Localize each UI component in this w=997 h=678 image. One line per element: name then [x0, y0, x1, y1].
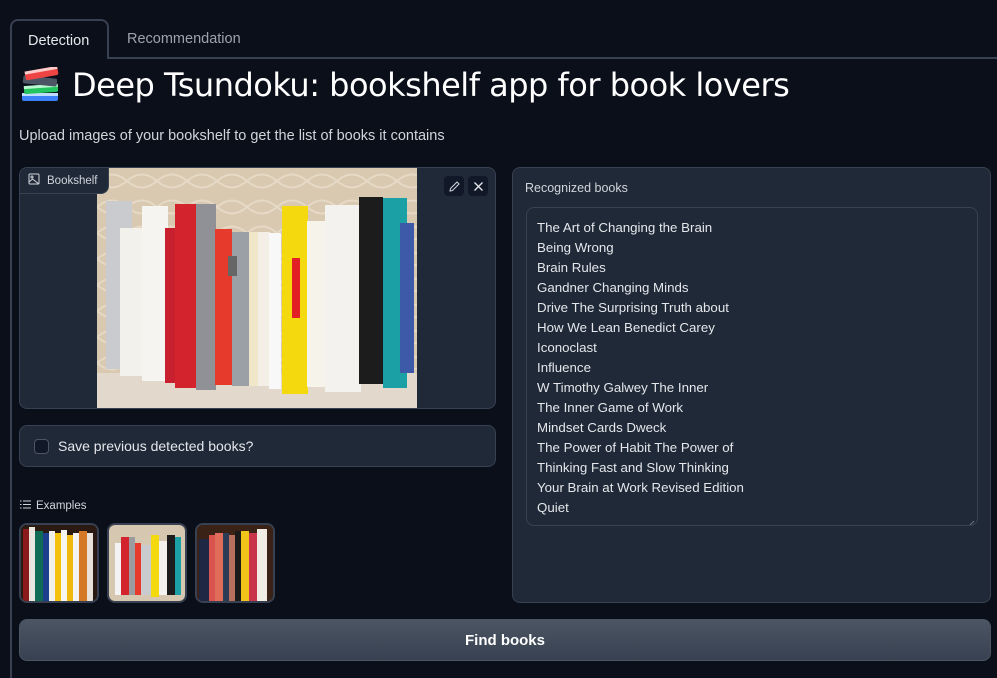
book-line: Mindset Cards Dweck [537, 420, 667, 435]
bookshelf-image-input[interactable]: Bookshelf [19, 167, 496, 409]
book-line: Brain Rules [537, 260, 606, 275]
page-title: Deep Tsundoku: bookshelf app for book lo… [20, 65, 790, 104]
example-thumbnail-2[interactable] [107, 523, 187, 603]
book-line: The Inner Game of Work [537, 400, 684, 415]
books-emoji-icon [20, 65, 62, 103]
find-books-button[interactable]: Find books [19, 619, 991, 661]
book-line: The Art of Changing the Brain [537, 220, 713, 235]
tab-bar: Detection Recommendation [10, 19, 997, 59]
recognized-books-label: Recognized books [525, 181, 628, 195]
book-line: Iconoclast [537, 340, 597, 355]
recognized-books-panel: Recognized books The Art of Changing the… [512, 167, 991, 603]
save-previous-option: Save previous detected books? [19, 425, 496, 467]
example-thumbnail-3[interactable] [195, 523, 275, 603]
book-line: How We Lean Benedict Carey [537, 320, 715, 335]
examples-label: Examples [36, 500, 87, 512]
tab-divider [10, 57, 997, 59]
image-input-label: Bookshelf [20, 168, 109, 194]
bookshelf-photo [97, 168, 417, 408]
page-subtitle: Upload images of your bookshelf to get t… [19, 128, 445, 144]
example-thumbnail-1[interactable] [19, 523, 99, 603]
book-line: Thinking Fast and Slow Thinking [537, 460, 729, 475]
page-title-text: Deep Tsundoku: bookshelf app for book lo… [72, 66, 790, 104]
book-line: Your Brain at Work Revised Edition [537, 480, 744, 495]
book-line: Being Wrong [537, 240, 614, 255]
recognized-books-textarea[interactable]: The Art of Changing the Brain Being Wron… [526, 207, 978, 526]
list-icon [20, 500, 31, 512]
pencil-icon [448, 177, 460, 196]
tab-detection[interactable]: Detection [10, 19, 109, 59]
resize-grip-icon[interactable] [966, 514, 975, 525]
book-line: Gandner Changing Minds [537, 280, 689, 295]
image-icon [28, 173, 40, 188]
tab-panel-border [10, 58, 12, 678]
examples-header: Examples [20, 500, 87, 512]
clear-image-button[interactable] [468, 176, 488, 196]
edit-image-button[interactable] [444, 176, 464, 196]
book-line: Quiet [537, 500, 569, 515]
book-line: Influence [537, 360, 591, 375]
image-input-label-text: Bookshelf [47, 174, 98, 187]
book-line: W Timothy Galwey The Inner [537, 380, 709, 395]
save-previous-label[interactable]: Save previous detected books? [58, 438, 253, 454]
close-icon [473, 177, 484, 196]
save-previous-checkbox[interactable] [34, 438, 49, 454]
book-line: The Power of Habit The Power of [537, 440, 734, 455]
book-line: Drive The Surprising Truth about [537, 300, 729, 315]
tab-recommendation[interactable]: Recommendation [111, 19, 257, 59]
